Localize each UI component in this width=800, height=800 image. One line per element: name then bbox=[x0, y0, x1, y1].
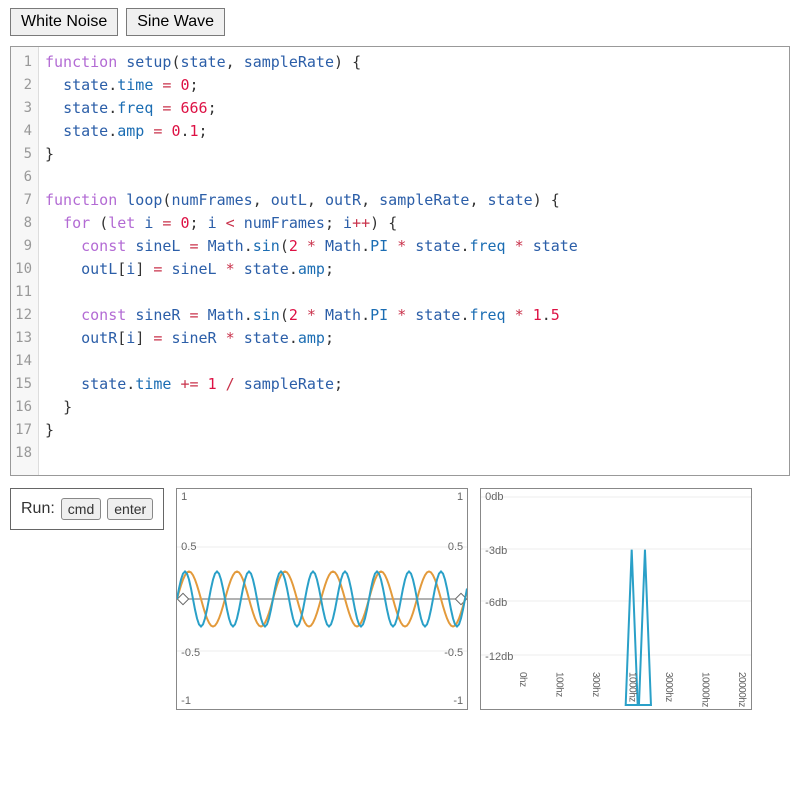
waveform-chart: 1 0.5 -0.5 -1 1 0.5 -0.5 -1 bbox=[176, 488, 468, 710]
wave-ytick-left-1: 1 bbox=[181, 491, 187, 503]
freq-ytick-3db: -3db bbox=[485, 545, 507, 557]
line-number: 10 bbox=[11, 258, 38, 281]
freq-xtick: 10000hz bbox=[700, 672, 711, 707]
wave-ytick-left-n1: -1 bbox=[181, 695, 191, 707]
code-line[interactable]: outR[i] = sineR * state.amp; bbox=[45, 327, 783, 350]
wave-ytick-right-1: 1 bbox=[457, 491, 463, 503]
line-number: 3 bbox=[11, 97, 38, 120]
line-number: 17 bbox=[11, 419, 38, 442]
freq-ytick-12db: -12db bbox=[485, 651, 513, 663]
run-hint: Run: cmd enter bbox=[10, 488, 164, 530]
code-line[interactable] bbox=[45, 350, 783, 373]
code-line[interactable]: function setup(state, sampleRate) { bbox=[45, 51, 783, 74]
line-number: 5 bbox=[11, 143, 38, 166]
line-number: 14 bbox=[11, 350, 38, 373]
line-number: 9 bbox=[11, 235, 38, 258]
code-line[interactable]: } bbox=[45, 419, 783, 442]
freq-xtick: 0hz bbox=[517, 672, 528, 707]
line-number: 13 bbox=[11, 327, 38, 350]
line-number: 16 bbox=[11, 396, 38, 419]
code-line[interactable] bbox=[45, 281, 783, 304]
wave-ytick-left-05: 0.5 bbox=[181, 541, 196, 553]
code-editor[interactable]: 123456789101112131415161718 function set… bbox=[10, 46, 790, 476]
line-number: 12 bbox=[11, 304, 38, 327]
line-number: 4 bbox=[11, 120, 38, 143]
freq-ytick-0db: 0db bbox=[485, 491, 503, 503]
code-line[interactable]: function loop(numFrames, outL, outR, sam… bbox=[45, 189, 783, 212]
code-line[interactable]: const sineL = Math.sin(2 * Math.PI * sta… bbox=[45, 235, 783, 258]
wave-ytick-right-n1: -1 bbox=[453, 695, 463, 707]
code-line[interactable] bbox=[45, 166, 783, 189]
spectrum-chart: 0db -3db -6db -12db 0hz 100hz 300hz 1000hz 3… bbox=[480, 488, 752, 710]
code-line[interactable]: } bbox=[45, 143, 783, 166]
code-line[interactable]: state.freq = 666; bbox=[45, 97, 783, 120]
run-label: Run: bbox=[21, 500, 55, 518]
code-line[interactable]: state.amp = 0.1; bbox=[45, 120, 783, 143]
code-line[interactable] bbox=[45, 442, 783, 465]
line-number: 18 bbox=[11, 442, 38, 465]
kbd-cmd: cmd bbox=[61, 498, 101, 520]
line-number: 6 bbox=[11, 166, 38, 189]
wave-ytick-right-n05: -0.5 bbox=[444, 647, 463, 659]
code-line[interactable]: } bbox=[45, 396, 783, 419]
line-number: 1 bbox=[11, 51, 38, 74]
wave-ytick-left-n05: -0.5 bbox=[181, 647, 200, 659]
freq-xtick: 1000hz bbox=[627, 672, 638, 707]
code-line[interactable]: outL[i] = sineL * state.amp; bbox=[45, 258, 783, 281]
code-line[interactable]: state.time += 1 / sampleRate; bbox=[45, 373, 783, 396]
line-number: 8 bbox=[11, 212, 38, 235]
line-gutter: 123456789101112131415161718 bbox=[11, 47, 39, 475]
line-number: 11 bbox=[11, 281, 38, 304]
line-number: 7 bbox=[11, 189, 38, 212]
code-line[interactable]: state.time = 0; bbox=[45, 74, 783, 97]
line-number: 2 bbox=[11, 74, 38, 97]
freq-xtick: 3000hz bbox=[663, 672, 674, 707]
kbd-enter: enter bbox=[107, 498, 153, 520]
freq-xtick: 300hz bbox=[590, 672, 601, 707]
preset-toolbar: White Noise Sine Wave bbox=[10, 8, 790, 36]
freq-ytick-6db: -6db bbox=[485, 597, 507, 609]
wave-ytick-right-05: 0.5 bbox=[448, 541, 463, 553]
line-number: 15 bbox=[11, 373, 38, 396]
sine-wave-button[interactable]: Sine Wave bbox=[126, 8, 225, 36]
code-line[interactable]: for (let i = 0; i < numFrames; i++) { bbox=[45, 212, 783, 235]
white-noise-button[interactable]: White Noise bbox=[10, 8, 118, 36]
code-area[interactable]: function setup(state, sampleRate) { stat… bbox=[39, 47, 789, 475]
code-line[interactable]: const sineR = Math.sin(2 * Math.PI * sta… bbox=[45, 304, 783, 327]
freq-xtick: 20000hz bbox=[736, 672, 747, 707]
freq-xtick: 100hz bbox=[554, 672, 565, 707]
